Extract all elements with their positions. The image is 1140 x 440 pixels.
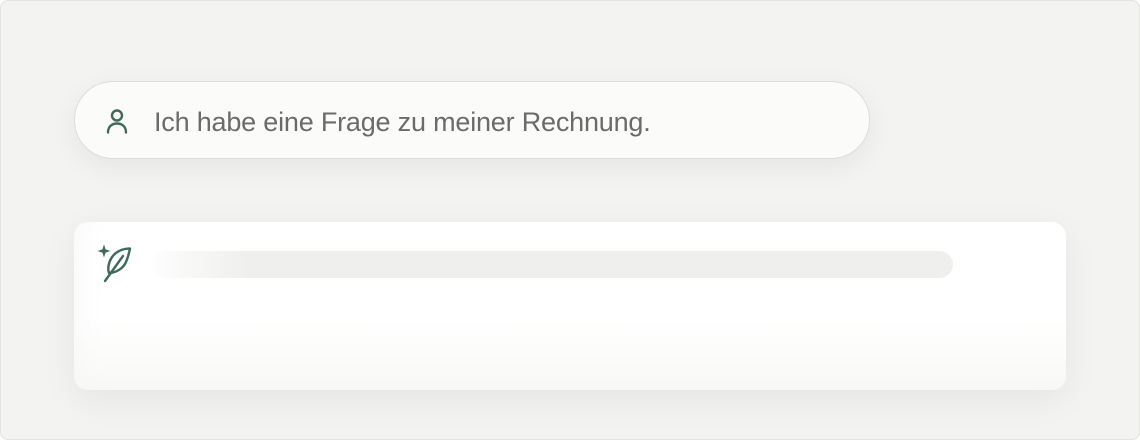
chat-frame: Ich habe eine Frage zu meiner Rechnung.	[0, 0, 1140, 440]
sparkle-quill-icon	[95, 243, 135, 283]
user-message-text: Ich habe eine Frage zu meiner Rechnung.	[154, 107, 651, 137]
loading-skeleton-bar	[153, 251, 953, 278]
loading-shimmer	[153, 251, 249, 278]
user-message-bubble: Ich habe eine Frage zu meiner Rechnung.	[74, 81, 870, 159]
user-icon	[103, 107, 131, 135]
assistant-message-card	[74, 222, 1066, 390]
